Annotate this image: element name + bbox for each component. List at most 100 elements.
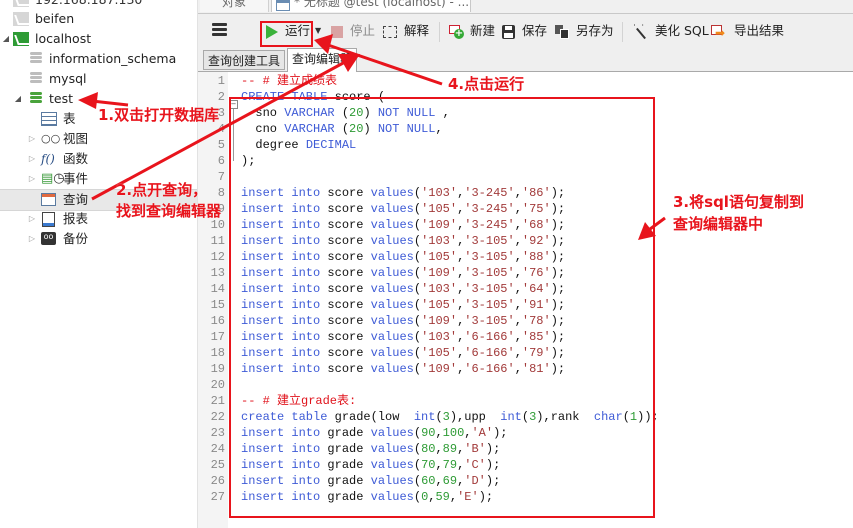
tree-item-backups[interactable]: ▷ oo 备份 [0, 229, 197, 249]
line-number: 16 [210, 314, 225, 328]
new-query-button[interactable]: 新建 [449, 20, 495, 42]
connection-icon [13, 0, 29, 7]
stop-button[interactable]: 停止 [331, 20, 375, 42]
tree-item-label: 备份 [63, 231, 89, 246]
line-number: 18 [210, 346, 225, 360]
tree-item-views[interactable]: ▷ ○○ 视图 [0, 129, 197, 149]
save-as-button[interactable]: 另存为 [555, 20, 614, 42]
event-icon: ▤◷ [41, 171, 65, 186]
annotation-step-3-line-2: 查询编辑器中 [673, 215, 764, 233]
tree-item-label: 事件 [63, 171, 89, 186]
run-dropdown-button[interactable]: ▼ [315, 20, 321, 42]
collapsed-arrow-icon[interactable]: ▷ [27, 169, 37, 189]
beautify-sql-button[interactable]: 美化 SQL [632, 19, 709, 42]
database-icon [30, 72, 42, 86]
annotation-step-1: 1.双击打开数据库 [98, 106, 220, 124]
line-number: 6 [217, 154, 225, 168]
tree-item-label: 函数 [63, 151, 89, 166]
line-number: 13 [210, 266, 225, 280]
stop-icon [331, 25, 343, 38]
line-number: 24 [210, 442, 225, 456]
tree-item-db-information-schema[interactable]: information_schema [0, 49, 197, 69]
magic-wand-icon [632, 19, 648, 41]
query-icon [41, 193, 56, 206]
report-icon [42, 212, 55, 227]
line-number: 14 [210, 282, 225, 296]
collapsed-arrow-icon[interactable]: ▷ [27, 149, 37, 169]
line-number: 27 [210, 490, 225, 504]
explain-label: 解释 [403, 23, 429, 38]
export-icon [711, 24, 727, 39]
annotation-step-2-line-1: 2.点开查询， [116, 181, 208, 199]
connection-icon [13, 32, 29, 46]
tab-untitled-query[interactable]: * 无标题 @test (localhost) - ... [271, 0, 471, 12]
annotation-step-3-line-1: 3.将sql语句复制到 [673, 193, 804, 211]
editor-highlight-box [229, 97, 655, 518]
collapsed-arrow-icon[interactable]: ▷ [27, 209, 37, 229]
tree-item-label: 表 [63, 111, 76, 126]
chevron-down-icon: ▼ [315, 26, 322, 35]
tab-query-builder[interactable]: 查询创建工具 [203, 50, 286, 70]
query-tab-icon [276, 0, 290, 11]
hamburger-icon [212, 23, 227, 26]
annotation-step-4: 4.点击运行 [448, 75, 525, 93]
tree-item-connection-beifen[interactable]: beifen [0, 9, 197, 29]
toolbar-divider [439, 22, 440, 42]
save-button[interactable]: 保存 [502, 20, 547, 42]
line-number: 25 [210, 458, 225, 472]
tree-item-label: localhost [35, 31, 92, 46]
stop-label: 停止 [349, 23, 375, 38]
line-number: 11 [210, 234, 225, 248]
export-label: 导出结果 [733, 23, 784, 38]
line-number: 12 [210, 250, 225, 264]
save-icon [502, 24, 515, 39]
editor-mode-tabs: 查询创建工具 查询编辑器 [198, 47, 853, 72]
tree-item-label: 视图 [63, 131, 89, 146]
document-tab-bar: 对象 * 无标题 @test (localhost) - ... [198, 0, 853, 14]
collapsed-arrow-icon[interactable]: ▷ [27, 129, 37, 149]
save-as-icon [555, 24, 569, 39]
run-highlight-box [260, 21, 313, 47]
line-number: 23 [210, 426, 225, 440]
tree-item-label: information_schema [49, 51, 177, 66]
tree-item-db-mysql[interactable]: mysql [0, 69, 197, 89]
tree-item-label: beifen [35, 11, 75, 26]
tree-item-connection-localhost[interactable]: ◢ localhost [0, 29, 197, 49]
tab-query-editor[interactable]: 查询编辑器 [287, 48, 358, 72]
export-results-button[interactable]: 导出结果 [711, 20, 784, 42]
explain-icon [383, 25, 397, 38]
tab-objects[interactable]: 对象 [200, 0, 269, 12]
line-number: 22 [210, 410, 225, 424]
database-icon [30, 92, 42, 106]
view-icon: ○○ [41, 132, 61, 145]
database-icon [30, 52, 42, 66]
connection-tree: 192.168.187.130 beifen ◢ localhost infor… [0, 0, 198, 528]
tree-item-label: 查询 [63, 192, 89, 207]
annotation-step-2-line-2: 找到查询编辑器 [116, 202, 222, 220]
line-number: 17 [210, 330, 225, 344]
save-as-label: 另存为 [575, 23, 614, 38]
tree-item-functions[interactable]: ▷ f() 函数 [0, 149, 197, 169]
backup-icon: oo [41, 232, 56, 245]
expanded-arrow-icon[interactable]: ◢ [13, 89, 23, 109]
collapsed-arrow-icon[interactable]: ▷ [27, 229, 37, 249]
line-number: 5 [217, 138, 225, 152]
explain-button[interactable]: 解释 [383, 20, 429, 42]
menu-button[interactable] [212, 23, 227, 37]
new-query-icon [449, 24, 464, 39]
table-icon [41, 112, 57, 126]
line-number: 21 [210, 394, 225, 408]
new-label: 新建 [469, 23, 495, 38]
tab-label: * 无标题 @test (localhost) - ... [294, 0, 470, 9]
expanded-arrow-icon[interactable]: ◢ [1, 29, 11, 49]
tree-item-label: mysql [49, 71, 87, 86]
tree-item-label: 报表 [63, 211, 89, 226]
line-number: 15 [210, 298, 225, 312]
line-number: 1 [217, 74, 225, 88]
save-label: 保存 [521, 23, 547, 38]
line-number: 19 [210, 362, 225, 376]
function-icon: f() [41, 152, 55, 166]
beautify-label: 美化 SQL [654, 23, 709, 38]
line-number: 20 [210, 378, 225, 392]
line-number: 2 [217, 90, 225, 104]
